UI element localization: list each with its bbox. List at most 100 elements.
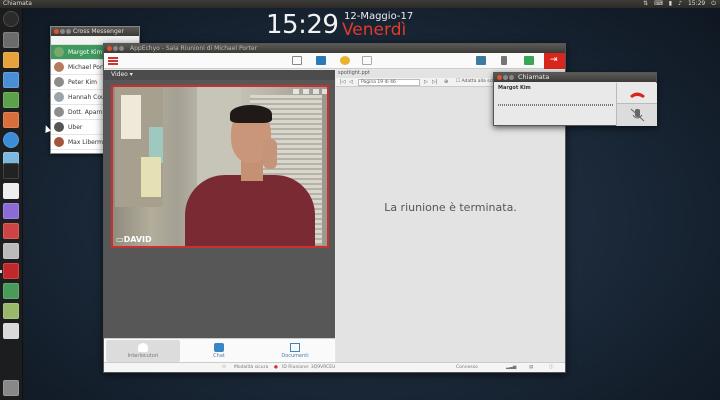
calc-icon[interactable]: [3, 92, 19, 108]
user-icon: [138, 343, 148, 352]
writer-icon[interactable]: [3, 72, 19, 88]
battery-icon[interactable]: ▮: [669, 0, 672, 8]
video-section-header[interactable]: Video ▾: [104, 70, 335, 80]
nav-participants[interactable]: Interlocutori: [106, 340, 180, 362]
signal-icon: ▂▃▅: [506, 365, 517, 370]
power-icon[interactable]: ⏻: [711, 0, 716, 8]
close-icon[interactable]: [54, 29, 59, 34]
hang-up-icon: [630, 92, 645, 98]
call-window: Chiamata Margot Kim: [493, 72, 657, 126]
messenger-title: Cross Messenger: [73, 28, 124, 35]
meeting-id: ID Riunione: 3Q9VRCEU: [282, 365, 336, 370]
solitaire-icon[interactable]: [3, 323, 19, 339]
video-label: Video: [111, 71, 128, 78]
maximize-icon[interactable]: [509, 75, 514, 80]
participant-video[interactable]: ▭DAVID: [111, 85, 329, 248]
microphone-icon[interactable]: [501, 56, 507, 65]
minimize-icon[interactable]: [60, 29, 65, 34]
close-icon[interactable]: [107, 46, 112, 51]
fullscreen-icon[interactable]: [322, 89, 327, 94]
top-panel: Chiamata ⇅ ⌨ ▮ ♪ 15:29 ⏻: [0, 0, 720, 8]
avatar: [54, 107, 64, 117]
video-pane: ▭DAVID: [104, 80, 335, 338]
files-icon[interactable]: [3, 32, 19, 48]
page-select[interactable]: Pagina 19 di 46: [358, 79, 420, 86]
software-center-icon[interactable]: [3, 52, 19, 68]
desktop-clock: 15:29: [266, 10, 339, 40]
dash-icon[interactable]: [3, 11, 19, 27]
chevron-down-icon[interactable]: ▾: [130, 71, 133, 78]
mic-muted-icon: [630, 108, 645, 122]
mic-icon[interactable]: [313, 89, 319, 94]
messenger-icon[interactable]: [3, 283, 19, 299]
connection-label: Connesso: [456, 365, 478, 370]
appechyo-icon[interactable]: [3, 263, 19, 279]
zoom-icon[interactable]: ⊕: [444, 79, 448, 85]
document-tab[interactable]: spotlight.ppt: [338, 70, 370, 76]
photos-icon[interactable]: [3, 303, 19, 319]
video-paper: [121, 95, 141, 139]
call-titlebar[interactable]: Chiamata: [494, 73, 656, 82]
nav-chat[interactable]: Chat: [182, 340, 256, 362]
monitor-icon: ▭: [116, 235, 124, 244]
settings-icon[interactable]: [3, 223, 19, 239]
messenger-titlebar[interactable]: Cross Messenger: [51, 27, 139, 36]
key-icon[interactable]: [340, 56, 350, 65]
trash-icon[interactable]: [3, 380, 19, 396]
first-page-icon[interactable]: |◁: [340, 79, 346, 85]
video-person-hair: [230, 105, 272, 123]
leave-meeting-button[interactable]: [544, 53, 565, 69]
screen-share-icon[interactable]: [476, 56, 486, 65]
close-icon[interactable]: [497, 75, 502, 80]
tray-time[interactable]: 15:29: [688, 0, 705, 8]
next-page-icon[interactable]: ▷: [424, 79, 428, 85]
contact-name: Peter Kim: [68, 78, 97, 86]
maximize-icon[interactable]: [119, 46, 124, 51]
call-audio-meter: [498, 104, 614, 106]
mute-button[interactable]: [616, 104, 657, 126]
system-tools-icon[interactable]: [3, 203, 19, 219]
video-person-body: [185, 175, 315, 246]
last-page-icon[interactable]: ▷|: [432, 79, 438, 85]
minimize-icon[interactable]: [113, 46, 118, 51]
chat-icon[interactable]: [316, 56, 326, 65]
video-person-hand: [263, 139, 277, 169]
menu-icon[interactable]: [108, 57, 118, 65]
impress-icon[interactable]: [3, 112, 19, 128]
video-settings-icon[interactable]: [293, 89, 299, 94]
keyboard-icon[interactable]: ⌨: [654, 0, 663, 8]
avatar: [54, 137, 64, 147]
nav-chat-label: Chat: [213, 353, 225, 359]
info-icon[interactable]: ⓘ: [549, 363, 554, 373]
video-paper: [141, 157, 161, 197]
call-title: Chiamata: [518, 73, 550, 81]
active-window-title: Chiamata: [3, 0, 32, 7]
maximize-icon[interactable]: [66, 29, 71, 34]
app-titlebar[interactable]: AppEchyo - Sala Riunioni di Michael Port…: [104, 44, 565, 53]
prev-page-icon[interactable]: ◁: [349, 79, 353, 85]
nav-documents[interactable]: Documenti: [258, 340, 332, 362]
volume-icon[interactable]: ♪: [678, 0, 682, 8]
avatar: [54, 122, 64, 132]
secure-mode-icon: ⚇: [222, 365, 227, 370]
calculator-icon[interactable]: [3, 243, 19, 259]
record-icon: ●: [274, 365, 278, 370]
running-indicator: [0, 270, 2, 273]
avatar: [54, 77, 64, 87]
document-icon[interactable]: [362, 56, 372, 65]
nav-participants-label: Interlocutori: [127, 353, 159, 359]
browser-icon[interactable]: [3, 132, 19, 148]
contact-name: Uber: [68, 123, 83, 131]
caller-name: Margot Kim: [498, 85, 531, 91]
contact-name: Margot Kim: [68, 48, 103, 56]
terminal-icon[interactable]: [3, 163, 19, 179]
speaker-icon[interactable]: [524, 56, 534, 65]
network-icon[interactable]: ⇅: [643, 0, 648, 8]
text-editor-icon[interactable]: [3, 183, 19, 199]
minimize-icon[interactable]: [503, 75, 508, 80]
layout-icon[interactable]: [292, 56, 302, 65]
hang-up-button[interactable]: [616, 83, 657, 104]
status-bar: ⚇ Modalità sicura ● ID Riunione: 3Q9VRCE…: [104, 362, 565, 372]
camera-icon[interactable]: [303, 89, 309, 94]
bottom-nav: Interlocutori Chat Documenti: [104, 338, 335, 362]
